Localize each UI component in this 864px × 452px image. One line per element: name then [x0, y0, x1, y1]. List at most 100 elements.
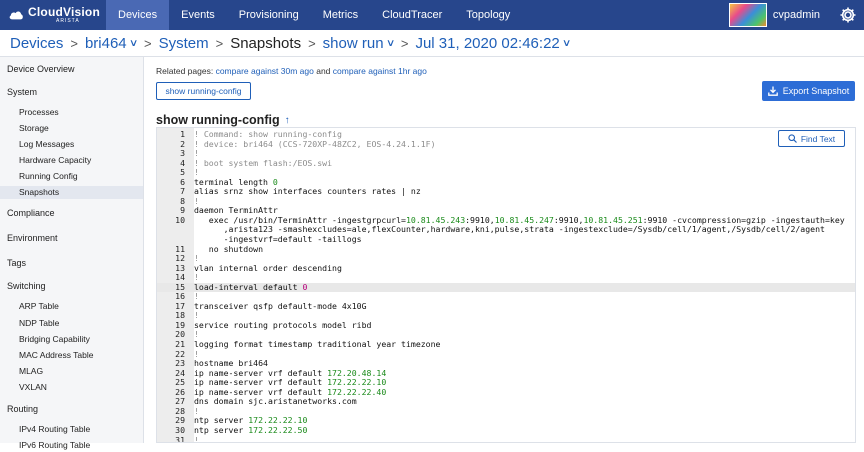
show-running-config-button[interactable]: show running-config: [156, 82, 251, 100]
tab-cloudtracer[interactable]: CloudTracer: [370, 0, 454, 30]
code-content[interactable]: 1! Command: show running-config 2! device…: [157, 129, 855, 443]
code-line[interactable]: 31!: [157, 434, 855, 443]
sidebar-item-ipv6-routing-table[interactable]: IPv6 Routing Table: [0, 439, 143, 452]
sidebar-section-environment[interactable]: Environment: [0, 232, 58, 245]
sidebar-item-log-messages[interactable]: Log Messages: [0, 138, 143, 151]
tab-topology[interactable]: Topology: [454, 0, 522, 30]
code-token: 10.81.45.251: [583, 214, 643, 225]
sidebar-item-device-overview[interactable]: Device Overview: [0, 63, 75, 76]
sidebar-section-compliance[interactable]: Compliance: [0, 207, 55, 220]
code-token: !: [194, 329, 199, 340]
chevron-down-icon[interactable]: ∨: [562, 38, 572, 49]
line-number: 10: [175, 214, 185, 225]
export-snapshot-button[interactable]: Export Snapshot: [762, 81, 855, 101]
code-token: load-interval default: [194, 281, 303, 292]
code-token: :9910,: [553, 214, 584, 225]
code-line[interactable]: 15 load-interval default 0: [157, 281, 855, 293]
sidebar-item-storage[interactable]: Storage: [0, 122, 143, 135]
code-token: !: [194, 195, 199, 206]
sidebar-item-processes[interactable]: Processes: [0, 106, 143, 119]
compare-30m-link[interactable]: compare against 30m ago: [216, 66, 314, 76]
code-token: exec /usr/bin/TerminAttr -ingestgrpcurl=: [194, 214, 406, 225]
sidebar-item-vxlan[interactable]: VXLAN: [0, 381, 143, 394]
sidebar-item-running-config[interactable]: Running Config: [0, 170, 143, 183]
line-number: 31: [175, 434, 185, 443]
tab-devices[interactable]: Devices: [106, 0, 170, 30]
sidebar-section-routing[interactable]: Routing: [0, 403, 38, 416]
tab-events[interactable]: Events: [169, 0, 227, 30]
sidebar: Device Overview System Processes Storage…: [0, 57, 144, 450]
sidebar-section-switching[interactable]: Switching: [0, 280, 46, 293]
top-nav-bar: CloudVision ARISTA Devices Events Provis…: [0, 0, 864, 30]
cloudvision-logo[interactable]: CloudVision ARISTA: [0, 0, 100, 30]
code-token: 0: [302, 281, 308, 292]
code-token: !: [194, 348, 199, 359]
logo-sub: ARISTA: [56, 18, 80, 24]
find-text-button[interactable]: Find Text: [778, 130, 845, 147]
user-menu[interactable]: cvpadmin: [728, 3, 820, 27]
code-line[interactable]: 30 ntp server 172.22.22.50: [157, 425, 855, 436]
tab-metrics[interactable]: Metrics: [311, 0, 370, 30]
code-line[interactable]: 21 logging format timestamp traditional y…: [157, 339, 855, 350]
crumb-devices[interactable]: Devices: [10, 35, 63, 52]
code-token: ntp server: [194, 415, 249, 426]
code-token: !: [194, 310, 199, 321]
sidebar-item-bridging-capability[interactable]: Bridging Capability: [0, 333, 143, 346]
code-line[interactable]: 13 vlan internal order descending: [157, 262, 855, 274]
related-and: and: [316, 66, 331, 76]
code-line[interactable]: 2! device: bri464 (CCS-720XP-48ZC2, EOS-…: [157, 139, 855, 150]
code-line[interactable]: 7 alias srnz show interfaces counters rat…: [157, 187, 855, 197]
breadcrumb: Devices > bri464 ∨ > System > Snapshots >…: [0, 30, 864, 57]
logo-name: CloudVision: [28, 5, 100, 19]
code-token: vlan internal order descending: [194, 262, 342, 273]
sidebar-item-ipv4-routing-table[interactable]: IPv4 Routing Table: [0, 423, 143, 436]
section-title-text: show running-config: [156, 113, 280, 127]
code-line[interactable]: 4! boot system flash:/EOS.swi: [157, 158, 855, 169]
code-token: ,arista123 -smashexcludes=ale,flexCounte…: [194, 224, 825, 235]
code-token: !: [194, 253, 199, 264]
crumb-separator-icon: >: [70, 35, 78, 51]
crumb-snapshot-time[interactable]: Jul 31, 2020 02:46:22: [415, 35, 559, 52]
username: cvpadmin: [772, 9, 820, 21]
crumb-separator-icon: >: [308, 35, 316, 51]
code-text: service routing protocols model ribd: [194, 319, 372, 331]
related-pages: Related pages: compare against 30m ago a…: [156, 66, 427, 76]
code-token: hostname bri464: [194, 358, 268, 369]
code-line[interactable]: 11 no shutdown: [157, 243, 855, 255]
sidebar-item-mac-address-table[interactable]: MAC Address Table: [0, 349, 143, 362]
main-content: Related pages: compare against 30m ago a…: [145, 57, 864, 443]
sidebar-section-tags[interactable]: Tags: [0, 257, 26, 270]
code-token: no shutdown: [194, 243, 264, 254]
crumb-snapshot-type[interactable]: show run: [323, 35, 384, 52]
code-token: 172.22.22.10: [327, 377, 387, 388]
settings-gear-icon[interactable]: [838, 5, 858, 25]
chevron-down-icon[interactable]: ∨: [129, 38, 139, 49]
code-token: daemon TerminAttr: [194, 205, 278, 216]
sidebar-item-ndp-table[interactable]: NDP Table: [0, 317, 143, 330]
code-line[interactable]: 19 service routing protocols model ribd: [157, 319, 855, 331]
sidebar-item-snapshots[interactable]: Snapshots: [0, 186, 143, 199]
code-line[interactable]: 17 transceiver qsfp default-mode 4x10G: [157, 301, 855, 312]
code-token: !: [194, 167, 199, 178]
code-token: -ingestvrf=default -taillogs: [194, 234, 362, 245]
sidebar-section-system[interactable]: System: [0, 86, 37, 99]
code-viewer[interactable]: 1! Command: show running-config 2! device…: [156, 127, 856, 443]
sidebar-item-arp-table[interactable]: ARP Table: [0, 300, 143, 313]
code-line[interactable]: 27 dns domain sjc.aristanetworks.com: [157, 397, 855, 407]
code-token: 172.22.22.40: [327, 386, 387, 397]
related-label: Related pages:: [156, 66, 214, 76]
avatar: [728, 3, 767, 27]
chevron-down-icon[interactable]: ∨: [385, 38, 395, 49]
sidebar-item-mlag[interactable]: MLAG: [0, 365, 143, 378]
arrow-up-icon[interactable]: ↑: [285, 115, 290, 126]
crumb-system[interactable]: System: [159, 35, 209, 52]
sidebar-item-hardware-capacity[interactable]: Hardware Capacity: [0, 154, 143, 167]
code-token: 172.20.48.14: [327, 367, 387, 378]
tab-provisioning[interactable]: Provisioning: [227, 0, 311, 30]
code-token: service routing protocols model ribd: [194, 319, 372, 330]
code-token: ip name-server vrf default: [194, 367, 328, 378]
crumb-device[interactable]: bri464: [85, 35, 127, 52]
compare-1hr-link[interactable]: compare against 1hr ago: [333, 66, 427, 76]
code-token: 10.81.45.247: [494, 214, 554, 225]
code-text: ! device: bri464 (CCS-720XP-48ZC2, EOS-4…: [194, 139, 436, 150]
